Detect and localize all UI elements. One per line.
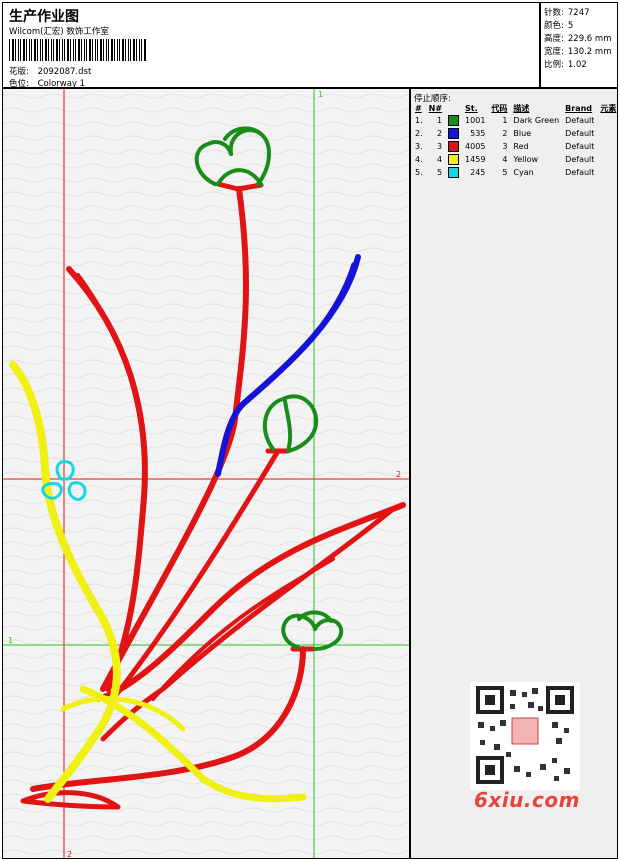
thread-row: 1. 1 1001 1 Dark Green Default	[412, 114, 619, 127]
thread-brand: Default	[565, 129, 595, 138]
thread-number: 2	[436, 129, 443, 138]
stats-box: 针数: 7247 颜色: 5 高度: 229.6 mm 宽度: 130.2 mm 比例:…	[540, 2, 618, 88]
brand-watermark: 6xiu.com	[474, 788, 580, 812]
thread-row: 4. 4 1459 4 Yellow Default	[412, 153, 619, 166]
guide-label-h2: 2	[396, 470, 401, 479]
thread-element	[597, 166, 619, 179]
thread-brand: Default	[565, 155, 595, 164]
col-brand: Brand	[565, 103, 593, 113]
col-description: 描述	[513, 103, 530, 113]
col-element: 元素	[600, 103, 617, 113]
thread-stitches: 245	[470, 168, 486, 177]
color-swatch	[448, 141, 460, 152]
company-name: Wilcom(汇宏) 数饰工作室	[9, 27, 109, 37]
thread-code: 5	[502, 168, 508, 177]
header-info: 生产作业图 Wilcom(汇宏) 数饰工作室 花版: 2092087.dst 色…	[2, 2, 540, 89]
col-number: N#	[428, 103, 443, 113]
col-swatch	[445, 102, 462, 114]
thread-code: 1	[502, 116, 508, 125]
color-swatch	[448, 115, 460, 126]
color-swatch	[448, 154, 460, 165]
guide-label-v1: 1	[318, 90, 323, 99]
thread-swatch	[445, 140, 462, 153]
color-swatch	[448, 128, 460, 139]
thread-row: 2. 2 535 2 Blue Default	[412, 127, 619, 140]
design-canvas[interactable]: 1 2 1 2	[2, 88, 410, 859]
stat-colors: 颜色: 5	[544, 21, 574, 31]
thread-number: 3	[436, 142, 443, 151]
thread-element	[597, 127, 619, 140]
thread-code: 4	[502, 155, 508, 164]
qr-code	[470, 682, 580, 790]
color-swatch	[448, 167, 460, 178]
col-code: 代码	[491, 103, 508, 113]
thread-brand: Default	[565, 142, 595, 151]
stat-stitches: 针数: 7247	[544, 8, 590, 18]
thread-stitches: 1001	[465, 116, 486, 125]
thread-swatch	[445, 114, 462, 127]
thread-stitches: 1459	[465, 155, 486, 164]
thread-stitches: 4005	[465, 142, 486, 151]
thread-row: 3. 3 4005 3 Red Default	[412, 140, 619, 153]
thread-swatch	[445, 166, 462, 179]
embroidery-drawing: 1 2 1 2	[3, 89, 409, 859]
thread-swatch	[445, 153, 462, 166]
design-row: 花版: 2092087.dst	[9, 65, 91, 77]
qr-code-graphic	[476, 686, 574, 784]
page-title: 生产作业图	[9, 9, 79, 25]
thread-index: 3.	[415, 142, 423, 151]
thread-code: 2	[502, 129, 508, 138]
stat-scale: 比例: 1.02	[544, 60, 587, 70]
design-value: 2092087.dst	[37, 67, 92, 77]
thread-stitches: 535	[470, 129, 486, 138]
thread-element	[597, 114, 619, 127]
thread-number: 1	[436, 116, 443, 125]
thread-description: Dark Green	[513, 116, 560, 125]
thread-description: Yellow	[513, 155, 539, 164]
thread-table-header: # N# St. 代码 描述 Brand 元素	[412, 102, 619, 114]
thread-index: 1.	[415, 116, 423, 125]
thread-number: 4	[436, 155, 443, 164]
guide-label-h1: 1	[8, 636, 13, 645]
thread-number: 5	[436, 168, 443, 177]
thread-swatch	[445, 127, 462, 140]
col-index: #	[415, 103, 422, 113]
thread-brand: Default	[565, 116, 595, 125]
design-label: 花版:	[9, 67, 29, 77]
thread-element	[597, 140, 619, 153]
thread-index: 5.	[415, 168, 423, 177]
thread-row: 5. 5 245 5 Cyan Default	[412, 166, 619, 179]
thread-brand: Default	[565, 168, 595, 177]
thread-description: Red	[513, 142, 529, 151]
thread-element	[597, 153, 619, 166]
thread-index: 4.	[415, 155, 423, 164]
thread-table: # N# St. 代码 描述 Brand 元素 1. 1 1001 1 Dark Gre…	[412, 102, 619, 179]
barcode	[9, 39, 147, 61]
stat-width: 宽度: 130.2 mm	[544, 47, 612, 57]
thread-index: 2.	[415, 129, 423, 138]
stat-height: 高度: 229.6 mm	[544, 34, 612, 44]
thread-description: Blue	[513, 129, 532, 138]
col-stitches: St.	[465, 103, 478, 113]
thread-description: Cyan	[513, 168, 534, 177]
guide-label-v2: 2	[67, 850, 72, 859]
thread-code: 3	[502, 142, 508, 151]
